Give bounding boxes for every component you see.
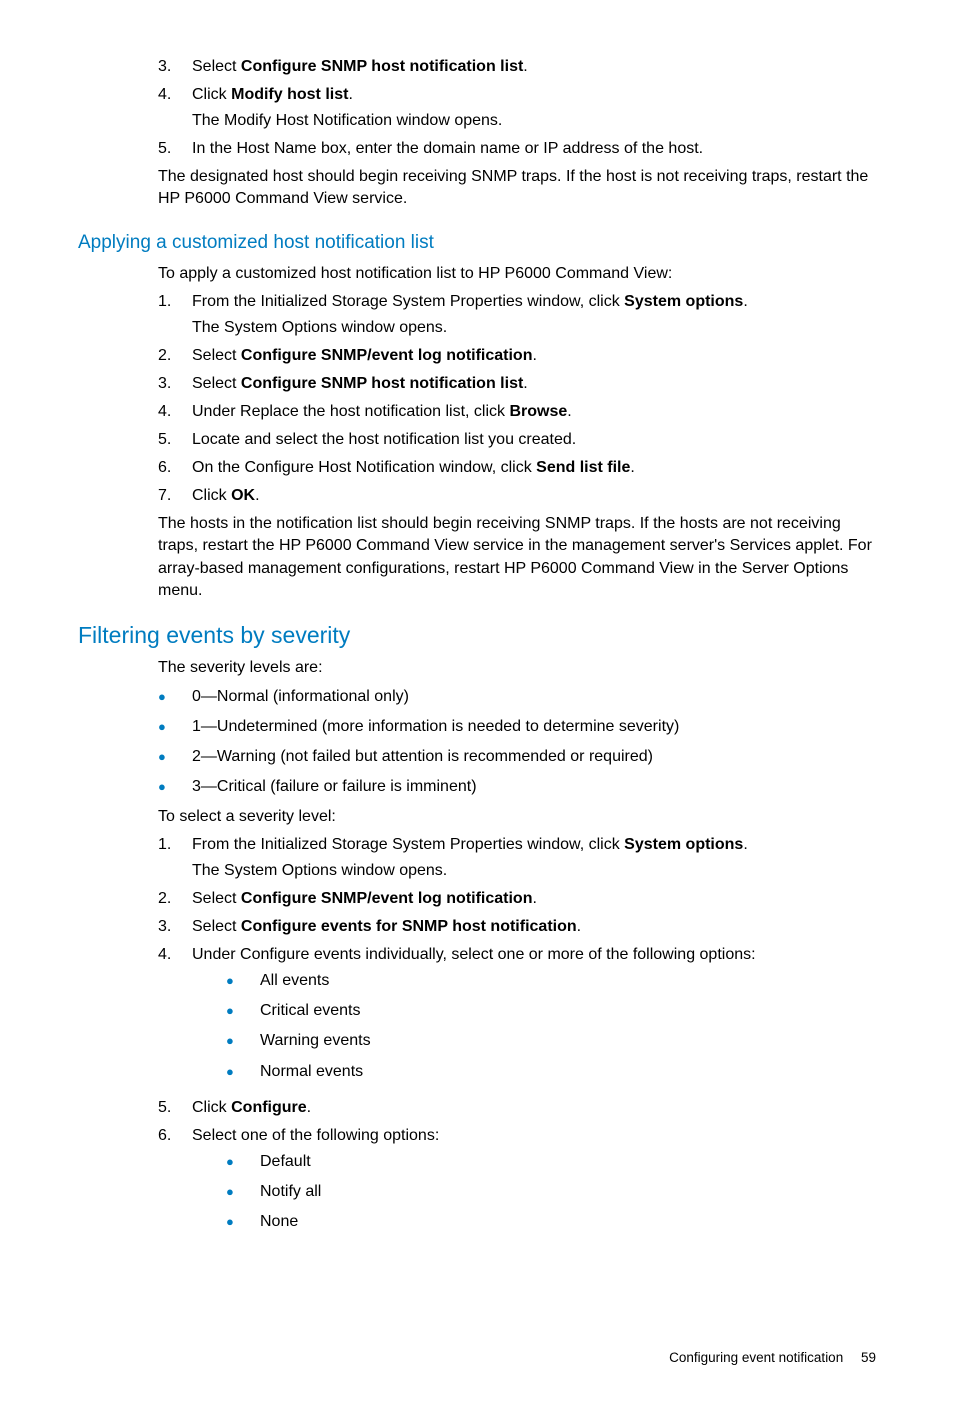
bullet-icon: ● <box>158 776 192 798</box>
item-content: Select Configure SNMP host notification … <box>192 56 876 78</box>
bullet-item: ●3—Critical (failure or failure is immin… <box>158 776 876 798</box>
event-options: ●All events ●Critical events ●Warning ev… <box>226 970 876 1082</box>
top-list: 3.Select Configure SNMP host notificatio… <box>158 56 876 160</box>
bullet-icon: ● <box>226 1211 260 1233</box>
bullet-icon: ● <box>226 1000 260 1022</box>
bullet-item: ●0—Normal (informational only) <box>158 686 876 708</box>
bullet-icon: ● <box>158 686 192 708</box>
bullet-item: ●Normal events <box>226 1061 876 1083</box>
list-item: 4.Under Replace the host notification li… <box>158 401 876 423</box>
item-number: 4. <box>158 84 192 132</box>
filtering-intro2: To select a severity level: <box>158 806 876 828</box>
item-content: In the Host Name box, enter the domain n… <box>192 138 876 160</box>
filtering-heading: Filtering events by severity <box>78 620 876 652</box>
list-item: 1.From the Initialized Storage System Pr… <box>158 834 876 882</box>
list-item: 5.In the Host Name box, enter the domain… <box>158 138 876 160</box>
bullet-item: ●Critical events <box>226 1000 876 1022</box>
item-follow: The Modify Host Notification window open… <box>192 110 876 132</box>
bullet-icon: ● <box>226 1061 260 1083</box>
bullet-icon: ● <box>226 970 260 992</box>
list-item: 2.Select Configure SNMP/event log notifi… <box>158 888 876 910</box>
list-item: 3.Select Configure SNMP host notificatio… <box>158 56 876 78</box>
applying-paragraph: The hosts in the notification list shoul… <box>158 513 876 601</box>
footer-label: Configuring event notification <box>669 1350 843 1365</box>
item-content: Click Modify host list.The Modify Host N… <box>192 84 876 132</box>
list-item: 4.Under Configure events individually, s… <box>158 944 876 1090</box>
list-item: 3.Select Configure events for SNMP host … <box>158 916 876 938</box>
bullet-icon: ● <box>158 746 192 768</box>
bullet-item: ●All events <box>226 970 876 992</box>
page-footer: Configuring event notification 59 <box>78 1349 876 1368</box>
bullet-icon: ● <box>226 1151 260 1173</box>
bullet-item: ●1—Undetermined (more information is nee… <box>158 716 876 738</box>
list-item: 6.On the Configure Host Notification win… <box>158 457 876 479</box>
severity-levels: ●0—Normal (informational only) ●1—Undete… <box>158 686 876 798</box>
list-item: 1.From the Initialized Storage System Pr… <box>158 291 876 339</box>
item-number: 5. <box>158 138 192 160</box>
list-item: 5.Click Configure. <box>158 1097 876 1119</box>
bullet-item: ●Notify all <box>226 1181 876 1203</box>
list-item: 7.Click OK. <box>158 485 876 507</box>
applying-heading: Applying a customized host notification … <box>78 230 876 256</box>
top-paragraph: The designated host should begin receivi… <box>158 166 876 210</box>
bullet-item: ●None <box>226 1211 876 1233</box>
bullet-item: ●Default <box>226 1151 876 1173</box>
filtering-list: 1.From the Initialized Storage System Pr… <box>158 834 876 1241</box>
filtering-section: The severity levels are: ●0—Normal (info… <box>78 657 876 1241</box>
bullet-icon: ● <box>226 1030 260 1052</box>
list-item: 2.Select Configure SNMP/event log notifi… <box>158 345 876 367</box>
item-number: 3. <box>158 56 192 78</box>
bullet-item: ●2—Warning (not failed but attention is … <box>158 746 876 768</box>
select-options: ●Default ●Notify all ●None <box>226 1151 876 1233</box>
bullet-icon: ● <box>158 716 192 738</box>
list-item: 4.Click Modify host list.The Modify Host… <box>158 84 876 132</box>
list-item: 6.Select one of the following options: ●… <box>158 1125 876 1241</box>
list-item: 5.Locate and select the host notificatio… <box>158 429 876 451</box>
filtering-intro1: The severity levels are: <box>158 657 876 679</box>
list-item: 3.Select Configure SNMP host notificatio… <box>158 373 876 395</box>
applying-section: To apply a customized host notification … <box>78 263 876 602</box>
page-number: 59 <box>861 1350 876 1365</box>
top-section: 3.Select Configure SNMP host notificatio… <box>78 56 876 210</box>
bullet-item: ●Warning events <box>226 1030 876 1052</box>
applying-list: 1.From the Initialized Storage System Pr… <box>158 291 876 508</box>
bullet-icon: ● <box>226 1181 260 1203</box>
applying-intro: To apply a customized host notification … <box>158 263 876 285</box>
